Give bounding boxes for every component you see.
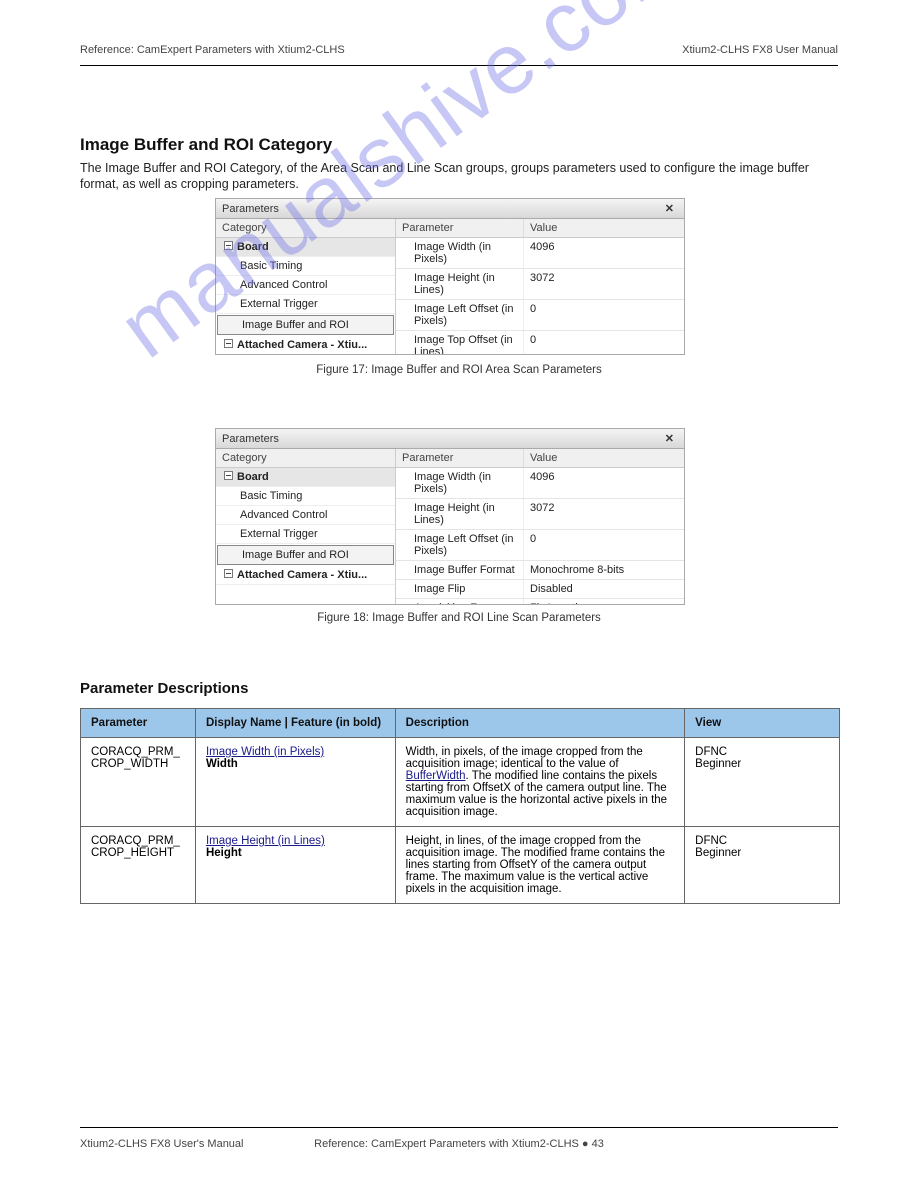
header-manual: Xtium2-CLHS FX8 User Manual <box>682 44 838 56</box>
param-value[interactable]: Fix Length <box>524 599 684 604</box>
table-header-row: Parameter Display Name | Feature (in bol… <box>81 709 840 738</box>
intro-line-1: The Image Buffer and ROI Category, of th… <box>80 161 660 175</box>
parameter-column: Parameter Value Image Width (in Pixels)4… <box>396 219 684 354</box>
collapse-icon[interactable] <box>224 241 233 250</box>
category-board[interactable]: Board <box>216 468 395 487</box>
cell-display-feature: Image Width (in Pixels) Width <box>195 738 395 827</box>
collapse-icon[interactable] <box>224 339 233 348</box>
figure-caption-2: Figure 18: Image Buffer and ROI Line Sca… <box>224 612 694 624</box>
param-name: Image Top Offset (in Lines) <box>396 331 524 354</box>
param-header: Parameter <box>396 449 524 467</box>
param-row[interactable]: Image Width (in Pixels)4096 <box>396 468 684 499</box>
parameters-panel-area-scan: Parameters ✕ Category Board Basic Timing… <box>215 198 685 355</box>
value-header: Value <box>524 449 684 467</box>
cell-description: Width, in pixels, of the image cropped f… <box>395 738 685 827</box>
top-divider <box>80 65 838 66</box>
parameter-descriptions-table: Parameter Display Name | Feature (in bol… <box>80 708 840 904</box>
param-row[interactable]: Image Left Offset (in Pixels)0 <box>396 300 684 331</box>
param-name: Image Height (in Lines) <box>396 499 524 529</box>
display-name-link[interactable]: Image Height (in Lines) <box>206 835 325 847</box>
parameter-column: Parameter Value Image Width (in Pixels)4… <box>396 449 684 604</box>
panel-titlebar: Parameters ✕ <box>216 429 684 449</box>
param-name: Acquisition Frame Length method <box>396 599 524 604</box>
param-value[interactable]: Monochrome 8-bits <box>524 561 684 579</box>
header-chapter: Reference: CamExpert Parameters with Xti… <box>80 44 345 56</box>
category-basic-timing[interactable]: Basic Timing <box>216 487 395 506</box>
panel-titlebar: Parameters ✕ <box>216 199 684 219</box>
table-row: CORACQ_PRM_ CROP_HEIGHT Image Height (in… <box>81 827 840 904</box>
category-column: Category Board Basic Timing Advanced Con… <box>216 219 396 354</box>
category-basic-timing[interactable]: Basic Timing <box>216 257 395 276</box>
display-name-link[interactable]: Image Width (in Pixels) <box>206 746 324 758</box>
param-row[interactable]: Image Width (in Pixels)4096 <box>396 238 684 269</box>
th-description: Description <box>395 709 685 738</box>
param-row[interactable]: Image Top Offset (in Lines)0 <box>396 331 684 354</box>
th-display-feature: Display Name | Feature (in bold) <box>195 709 395 738</box>
param-value[interactable]: 3072 <box>524 499 684 529</box>
cell-param-id: CORACQ_PRM_ CROP_WIDTH <box>81 738 196 827</box>
param-name: Image Left Offset (in Pixels) <box>396 300 524 330</box>
bufferwidth-link[interactable]: BufferWidth <box>406 770 466 782</box>
param-name: Image Width (in Pixels) <box>396 238 524 268</box>
cell-display-feature: Image Height (in Lines) Height <box>195 827 395 904</box>
table-heading: Parameter Descriptions <box>80 680 248 697</box>
th-view: View <box>685 709 840 738</box>
category-advanced-control[interactable]: Advanced Control <box>216 276 395 295</box>
panel-title: Parameters <box>222 203 279 215</box>
category-external-trigger[interactable]: External Trigger <box>216 525 395 544</box>
parameters-panel-line-scan: Parameters ✕ Category Board Basic Timing… <box>215 428 685 605</box>
cell-description: Height, in lines, of the image cropped f… <box>395 827 685 904</box>
category-image-buffer-roi[interactable]: Image Buffer and ROI <box>217 545 394 565</box>
section-heading: Image Buffer and ROI Category <box>80 135 332 155</box>
cell-param-id: CORACQ_PRM_ CROP_HEIGHT <box>81 827 196 904</box>
close-icon[interactable]: ✕ <box>661 202 678 215</box>
category-header: Category <box>216 449 395 468</box>
value-header: Value <box>524 219 684 237</box>
param-value[interactable]: 0 <box>524 530 684 560</box>
th-parameter: Parameter <box>81 709 196 738</box>
category-attached-camera[interactable]: Attached Camera - Xtiu... <box>216 566 395 585</box>
param-header: Parameter <box>396 219 524 237</box>
param-value[interactable]: 0 <box>524 300 684 330</box>
param-name: Image Width (in Pixels) <box>396 468 524 498</box>
figure-caption-1: Figure 17: Image Buffer and ROI Area Sca… <box>224 364 694 376</box>
param-name: Image Height (in Lines) <box>396 269 524 299</box>
param-name: Image Left Offset (in Pixels) <box>396 530 524 560</box>
cell-view: DFNC Beginner <box>685 827 840 904</box>
category-advanced-control[interactable]: Advanced Control <box>216 506 395 525</box>
feature-bold: Width <box>206 758 238 770</box>
category-column: Category Board Basic Timing Advanced Con… <box>216 449 396 604</box>
category-image-buffer-roi[interactable]: Image Buffer and ROI <box>217 315 394 335</box>
param-value[interactable]: 4096 <box>524 468 684 498</box>
bottom-divider <box>80 1127 838 1128</box>
footer-center: Reference: CamExpert Parameters with Xti… <box>0 1138 918 1150</box>
param-row[interactable]: Image Buffer FormatMonochrome 8-bits <box>396 561 684 580</box>
param-value[interactable]: Disabled <box>524 580 684 598</box>
param-name: Image Flip <box>396 580 524 598</box>
param-name: Image Buffer Format <box>396 561 524 579</box>
param-header-row: Parameter Value <box>396 219 684 238</box>
table-row: CORACQ_PRM_ CROP_WIDTH Image Width (in P… <box>81 738 840 827</box>
param-row[interactable]: Image FlipDisabled <box>396 580 684 599</box>
close-icon[interactable]: ✕ <box>661 432 678 445</box>
param-value[interactable]: 3072 <box>524 269 684 299</box>
param-row[interactable]: Acquisition Frame Length methodFix Lengt… <box>396 599 684 604</box>
category-external-trigger[interactable]: External Trigger <box>216 295 395 314</box>
param-header-row: Parameter Value <box>396 449 684 468</box>
param-row[interactable]: Image Left Offset (in Pixels)0 <box>396 530 684 561</box>
category-header: Category <box>216 219 395 238</box>
intro-paragraph: The Image Buffer and ROI Category, of th… <box>80 160 840 193</box>
collapse-icon[interactable] <box>224 569 233 578</box>
cell-view: DFNC Beginner <box>685 738 840 827</box>
panel-title: Parameters <box>222 433 279 445</box>
param-row[interactable]: Image Height (in Lines)3072 <box>396 269 684 300</box>
param-value[interactable]: 0 <box>524 331 684 354</box>
collapse-icon[interactable] <box>224 471 233 480</box>
category-attached-camera[interactable]: Attached Camera - Xtiu... <box>216 336 395 354</box>
feature-bold: Height <box>206 847 242 859</box>
category-board[interactable]: Board <box>216 238 395 257</box>
param-value[interactable]: 4096 <box>524 238 684 268</box>
param-row[interactable]: Image Height (in Lines)3072 <box>396 499 684 530</box>
